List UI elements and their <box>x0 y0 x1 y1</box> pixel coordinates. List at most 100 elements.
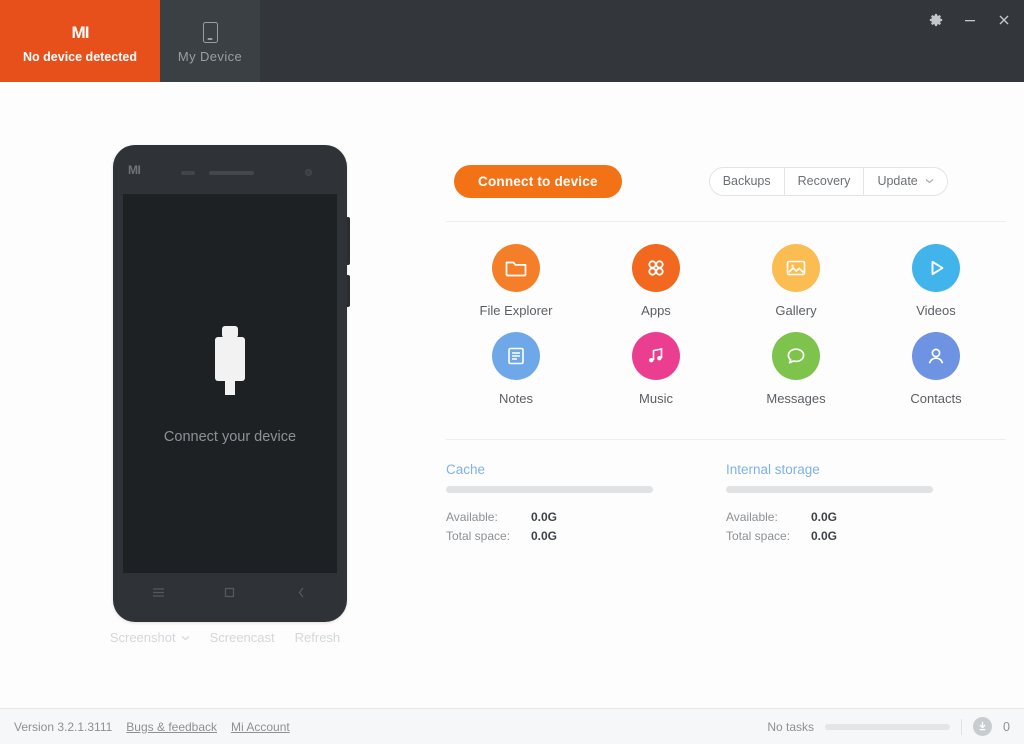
update-label: Update <box>877 174 918 188</box>
device-preview-panel: MI Connect your device Screenshot Screen… <box>0 82 440 708</box>
usb-plug-icon <box>202 322 258 403</box>
device-tab-label: No device detected <box>23 49 137 64</box>
apps-grid-icon <box>632 244 680 292</box>
earpiece-speaker-icon <box>209 171 254 175</box>
bugs-feedback-link[interactable]: Bugs & feedback <box>126 720 217 734</box>
my-device-tab-label: My Device <box>177 49 243 64</box>
top-actions-row: Connect to device Backups Recovery Updat… <box>454 163 1024 199</box>
app-label: File Explorer <box>479 303 553 318</box>
app-label: Notes <box>499 391 533 406</box>
main-content: MI Connect your device Screenshot Screen… <box>0 82 1024 708</box>
backups-button[interactable]: Backups <box>710 167 785 195</box>
tab-no-device-detected[interactable]: MI No device detected <box>0 0 160 82</box>
close-icon[interactable] <box>994 10 1014 30</box>
image-icon <box>772 244 820 292</box>
status-bar-left: Version 3.2.1.3111 Bugs & feedback Mi Ac… <box>14 720 290 734</box>
chevron-down-icon <box>925 179 934 184</box>
stat-key: Total space: <box>446 529 511 543</box>
phone-screen: Connect your device <box>123 194 337 573</box>
status-divider <box>961 718 963 735</box>
app-label: Messages <box>766 391 826 406</box>
version-label: Version 3.2.1.3111 <box>14 719 113 734</box>
menu-icon[interactable] <box>149 582 169 602</box>
back-icon[interactable] <box>291 582 311 602</box>
stat-value: 0.0G <box>811 529 838 543</box>
stat-row: Available: 0.0G <box>446 510 696 524</box>
section-divider-top <box>446 221 1006 222</box>
app-notes[interactable]: Notes <box>446 332 586 406</box>
app-messages[interactable]: Messages <box>726 332 866 406</box>
note-icon <box>492 332 540 380</box>
home-square-icon[interactable] <box>220 582 240 602</box>
storage-progress-bar <box>446 486 653 493</box>
app-videos[interactable]: Videos <box>866 244 1006 318</box>
app-label: Gallery <box>775 303 817 318</box>
status-bar: Version 3.2.1.3111 Bugs & feedback Mi Ac… <box>0 708 1024 744</box>
update-button[interactable]: Update <box>864 168 946 195</box>
proximity-sensor-icon <box>181 171 195 175</box>
mi-account-link[interactable]: Mi Account <box>231 720 290 734</box>
app-file-explorer[interactable]: File Explorer <box>446 244 586 318</box>
storage-summary: Cache Available: 0.0G Total space: 0.0G <box>446 462 1006 548</box>
app-apps[interactable]: Apps <box>586 244 726 318</box>
app-label: Videos <box>916 303 956 318</box>
section-divider-bottom <box>446 439 1006 440</box>
download-circle-icon[interactable] <box>973 717 993 736</box>
connect-to-device-button[interactable]: Connect to device <box>454 164 622 198</box>
status-bar-right: No tasks 0 <box>767 717 1010 736</box>
mi-logo-icon: MI <box>71 19 90 47</box>
screencast-button[interactable]: Screencast <box>200 630 285 645</box>
recovery-label: Recovery <box>797 174 851 188</box>
task-status-label: No tasks <box>767 719 815 734</box>
front-camera-icon <box>305 169 312 176</box>
title-bar: MI No device detected My Device <box>0 0 1024 82</box>
stat-row: Available: 0.0G <box>726 510 976 524</box>
stat-row: Total space: 0.0G <box>726 529 976 543</box>
app-label: Apps <box>641 303 671 318</box>
window-controls <box>926 10 1014 30</box>
chevron-down-icon <box>181 635 189 640</box>
storage-internal: Internal storage Available: 0.0G Total s… <box>726 462 1006 548</box>
stat-key: Available: <box>446 510 498 524</box>
chat-icon <box>772 332 820 380</box>
storage-cache: Cache Available: 0.0G Total space: 0.0G <box>446 462 726 548</box>
storage-progress-bar <box>726 486 933 493</box>
app-gallery[interactable]: Gallery <box>726 244 866 318</box>
stat-key: Available: <box>726 510 778 524</box>
download-count: 0 <box>1003 719 1010 734</box>
volume-button <box>347 217 350 265</box>
phone-tools-bar: Screenshot Screencast Refresh <box>100 630 350 645</box>
music-icon <box>632 332 680 380</box>
app-shortcut-grid: File Explorer Apps Gallery Videos Notes … <box>446 244 1006 406</box>
stat-key: Total space: <box>726 529 791 543</box>
gear-icon[interactable] <box>926 10 946 30</box>
person-icon <box>912 332 960 380</box>
tab-my-device[interactable]: My Device <box>160 0 260 82</box>
device-actions-panel: Connect to device Backups Recovery Updat… <box>440 82 1024 708</box>
mi-pc-suite-window: MI No device detected My Device MI Conne… <box>0 0 1024 744</box>
app-contacts[interactable]: Contacts <box>866 332 1006 406</box>
minimize-icon[interactable] <box>960 10 980 30</box>
stat-row: Total space: 0.0G <box>446 529 696 543</box>
stat-value: 0.0G <box>531 510 558 524</box>
refresh-button[interactable]: Refresh <box>285 630 351 645</box>
storage-stats: Available: 0.0G Total space: 0.0G <box>726 510 976 543</box>
phone-mi-logo-icon: MI <box>128 163 141 177</box>
stat-value: 0.0G <box>811 510 838 524</box>
storage-title: Internal storage <box>726 462 820 477</box>
app-music[interactable]: Music <box>586 332 726 406</box>
phone-nav-bar <box>123 573 337 611</box>
recovery-button[interactable]: Recovery <box>785 167 865 195</box>
mi-logo-text: MI <box>71 23 90 42</box>
backups-label: Backups <box>722 174 771 188</box>
connect-device-message: Connect your device <box>163 429 297 445</box>
phone-top-bezel: MI <box>113 145 347 194</box>
screenshot-button[interactable]: Screenshot <box>100 630 200 645</box>
folder-icon <box>492 244 540 292</box>
phone-icon <box>202 18 218 46</box>
storage-title: Cache <box>446 462 486 477</box>
power-button <box>347 275 350 307</box>
play-icon <box>912 244 960 292</box>
app-label: Contacts <box>910 391 962 406</box>
storage-stats: Available: 0.0G Total space: 0.0G <box>446 510 696 543</box>
